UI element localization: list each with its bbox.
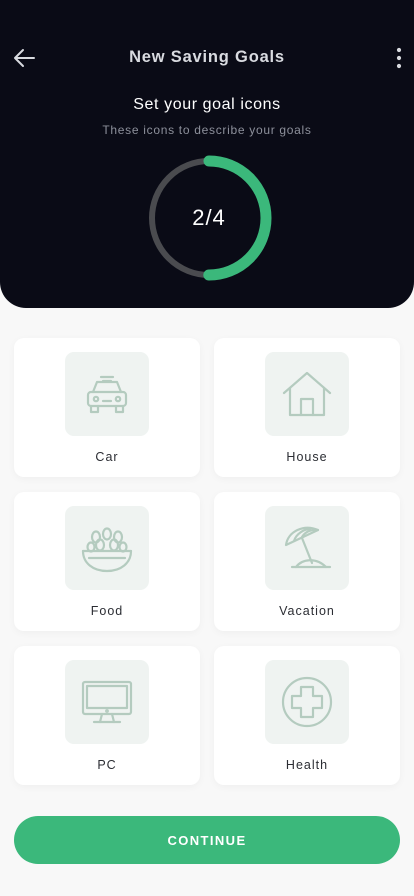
house-icon: [282, 371, 332, 417]
goal-label: Vacation: [279, 604, 335, 618]
header: New Saving Goals Set your goal icons The…: [0, 0, 414, 308]
step-progress-ring: 2/4: [146, 155, 272, 281]
goal-label: House: [286, 450, 328, 464]
car-icon: [86, 375, 128, 414]
icon-tile: [65, 352, 149, 436]
goal-card-pc[interactable]: PC: [14, 646, 200, 785]
goal-card-vacation[interactable]: Vacation: [214, 492, 400, 631]
icon-tile: [265, 506, 349, 590]
goal-card-health[interactable]: Health: [214, 646, 400, 785]
progress-label: 2/4: [192, 205, 226, 230]
food-bowl-icon: [81, 527, 133, 573]
goal-icon-grid: Car House Food Vacation PC Health: [14, 338, 400, 785]
goal-card-car[interactable]: Car: [14, 338, 200, 477]
section-hint: These icons to describe your goals: [102, 123, 312, 137]
page-title: New Saving Goals: [129, 48, 285, 66]
beach-umbrella-icon: [284, 526, 332, 569]
monitor-icon: [81, 680, 133, 724]
goal-card-house[interactable]: House: [214, 338, 400, 477]
goal-card-food[interactable]: Food: [14, 492, 200, 631]
icon-tile: [265, 352, 349, 436]
icon-tile: [65, 506, 149, 590]
goal-label: Health: [285, 758, 329, 772]
goal-label: PC: [97, 758, 117, 772]
health-cross-icon: [281, 676, 333, 728]
more-vertical-icon: [396, 47, 402, 69]
icon-tile: [265, 660, 349, 744]
section-title: Set your goal icons: [133, 96, 281, 113]
icon-tile: [65, 660, 149, 744]
goal-label: Car: [95, 450, 119, 464]
continue-button[interactable]: CONTINUE: [14, 816, 400, 864]
goal-label: Food: [90, 604, 124, 618]
more-options-button[interactable]: [386, 42, 412, 74]
